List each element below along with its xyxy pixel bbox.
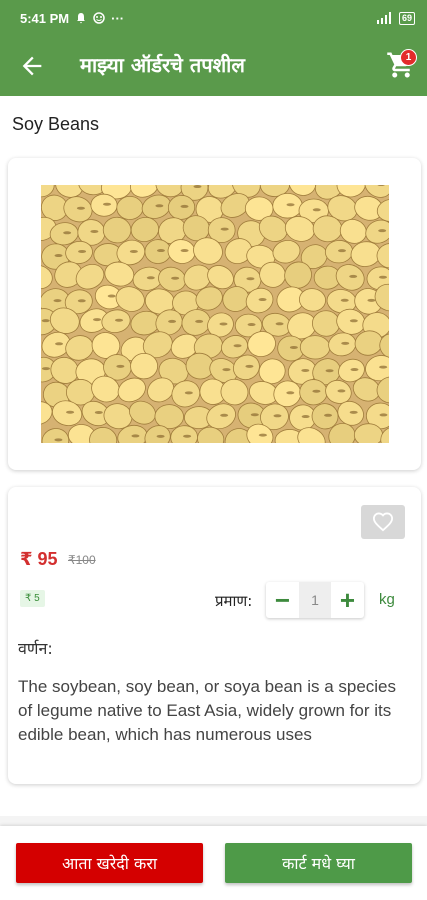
description-label: वर्णन: <box>18 639 53 658</box>
quantity-unit: kg <box>379 591 395 608</box>
decrement-button[interactable]: − <box>266 582 299 618</box>
buy-now-button[interactable]: आता खरेदी करा <box>16 843 203 883</box>
product-price: ₹ 95 <box>20 549 58 569</box>
signal-icon <box>376 12 391 24</box>
soybean-photo <box>41 185 389 443</box>
product-name: Soy Beans <box>12 114 100 134</box>
cart-count-badge: 1 <box>400 49 417 66</box>
back-arrow-icon[interactable] <box>18 52 46 80</box>
add-to-cart-button[interactable]: कार्ट मधे घ्या <box>225 843 412 883</box>
favorite-button[interactable] <box>361 505 405 539</box>
quantity-value[interactable]: 1 <box>299 582 331 618</box>
page-title: माझ्या ऑर्डरचे तपशील <box>80 53 245 77</box>
status-time: 5:41 PM <box>20 10 70 26</box>
heart-icon <box>372 512 394 532</box>
quantity-stepper: − 1 + <box>266 582 364 618</box>
emoji-icon <box>93 12 105 24</box>
quantity-label: प्रमाण: <box>215 592 253 610</box>
savings-badge: ₹ 5 <box>20 590 45 607</box>
battery-icon: 69 <box>398 11 415 25</box>
app-bar: माझ्या ऑर्डरचे तपशील <box>0 36 427 96</box>
bell-icon <box>77 13 86 24</box>
product-detail-card: ₹ 95 ₹100 ₹ 5 प्रमाण: − 1 + kg वर्णन: Th… <box>8 487 421 784</box>
product-mrp: ₹100 <box>68 553 96 567</box>
more-dots-icon: ··· <box>111 10 125 26</box>
product-image-card <box>8 158 421 470</box>
status-bar: 5:41 PM ··· 69 <box>0 0 427 36</box>
increment-button[interactable]: + <box>331 582 364 618</box>
product-description: The soybean, soy bean, or soya bean is a… <box>18 677 397 744</box>
